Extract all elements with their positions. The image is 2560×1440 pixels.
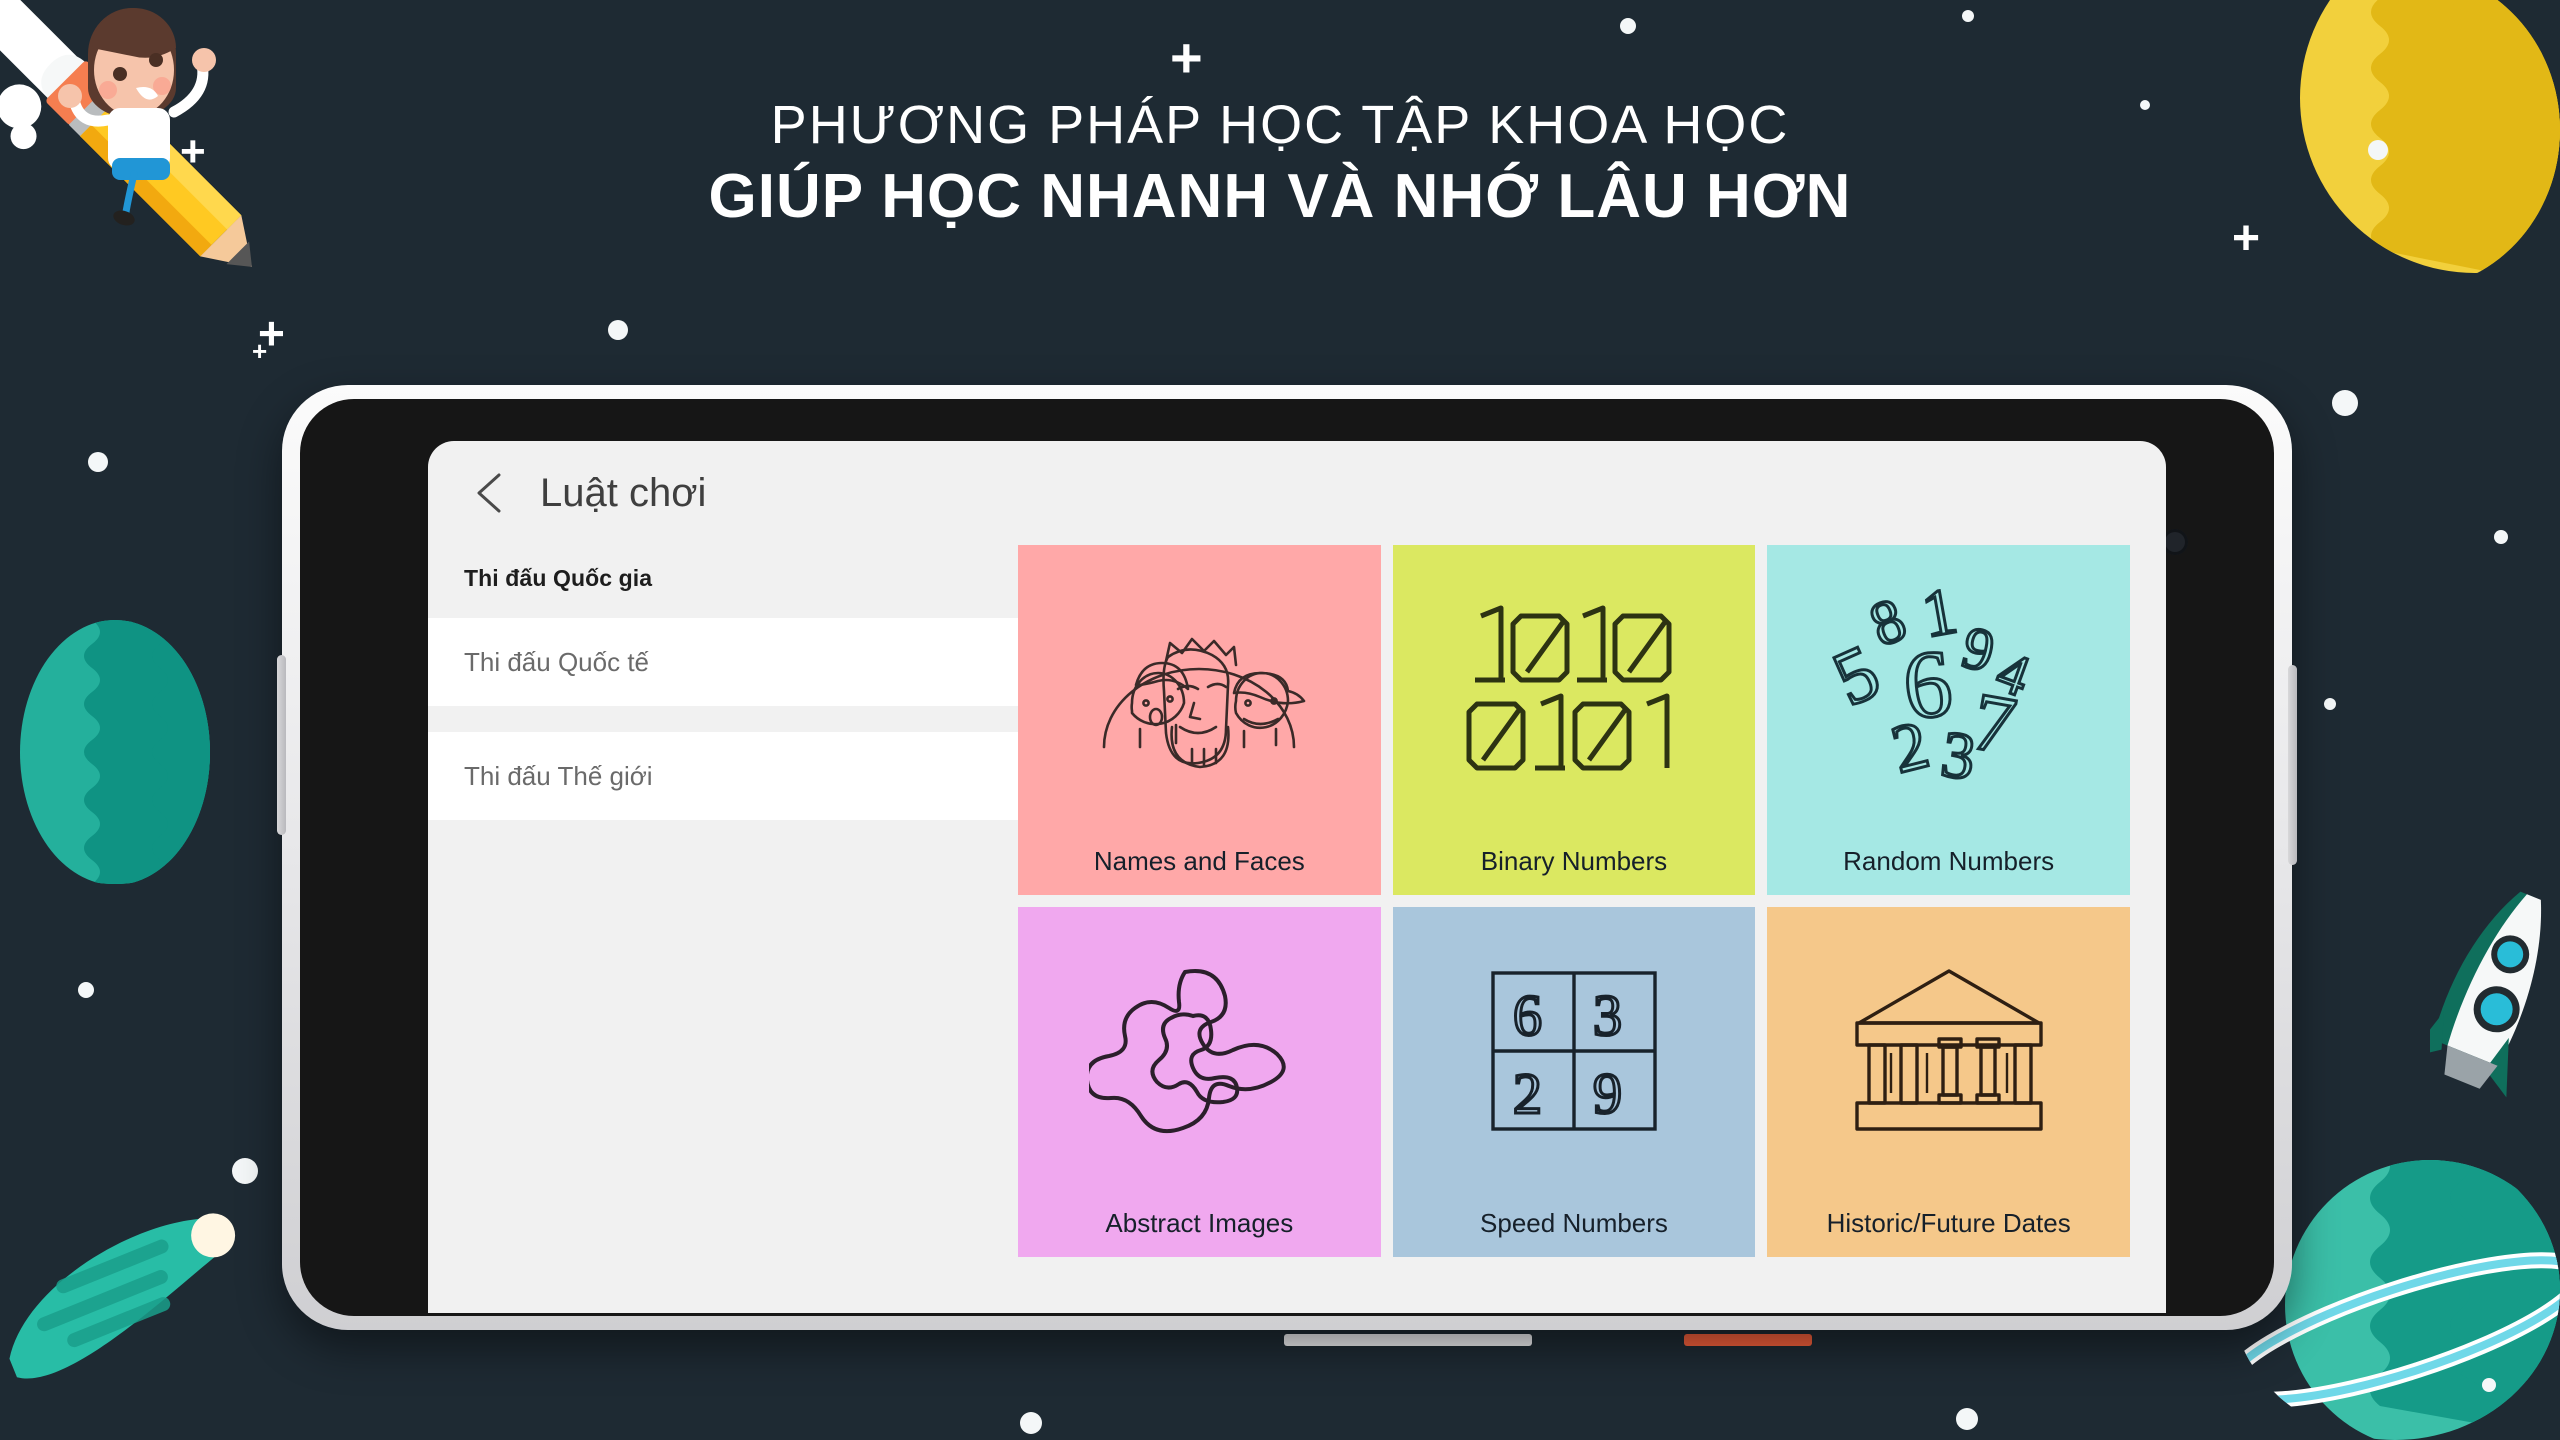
card-names-and-faces[interactable]: Names and Faces — [1018, 545, 1381, 895]
sidebar: Thi đấu Quốc gia Thi đấu Quốc tế Thi đấu… — [428, 545, 1018, 1313]
back-button[interactable] — [462, 465, 518, 521]
app-body: Thi đấu Quốc gia Thi đấu Quốc tế Thi đấu… — [428, 545, 2166, 1313]
sidebar-item-the-gioi[interactable]: Thi đấu Thế giới — [428, 732, 1018, 820]
card-label: Historic/Future Dates — [1826, 1208, 2071, 1238]
star — [2332, 390, 2358, 416]
svg-text:9: 9 — [1956, 614, 2001, 685]
star — [232, 1158, 258, 1184]
teal-planet-left — [20, 620, 210, 884]
svg-text:6: 6 — [1513, 983, 1542, 1048]
star — [1020, 1412, 1042, 1434]
temple-building-icon — [1767, 907, 2130, 1195]
star — [2494, 530, 2508, 544]
app-header: Luật chơi — [428, 441, 2166, 545]
three-faces-icon — [1018, 545, 1381, 833]
star — [78, 982, 94, 998]
card-historic-future-dates[interactable]: Historic/Future Dates — [1767, 907, 2130, 1257]
card-speed-numbers[interactable]: 6 3 2 9 Speed Numbers — [1392, 907, 1756, 1257]
power-key[interactable] — [2288, 665, 2297, 865]
card-label: Abstract Images — [1105, 1208, 1294, 1238]
card-label: Speed Numbers — [1480, 1208, 1668, 1238]
sidebar-item-label: Thi đấu Thế giới — [464, 760, 653, 791]
star — [2482, 1378, 2496, 1392]
star — [88, 452, 108, 472]
sidebar-item-quoc-te[interactable]: Thi đấu Quốc tế — [428, 618, 1018, 706]
page-title: Luật chơi — [540, 470, 707, 515]
plus-sparkle: + — [252, 336, 268, 366]
binary-digits-icon — [1393, 545, 1756, 833]
svg-text:2: 2 — [1513, 1061, 1542, 1126]
star — [1620, 18, 1636, 34]
star — [1956, 1408, 1978, 1430]
headline-line-2: GIÚP HỌC NHANH VÀ NHỚ LÂU HƠN — [708, 162, 1852, 232]
sidebar-item-label: Thi đấu Quốc tế — [464, 646, 649, 677]
number-grid-icon: 6 3 2 9 — [1393, 907, 1756, 1195]
scattered-digits-icon: 8 1 9 4 5 6 7 2 3 — [1767, 545, 2130, 833]
nav-chip-accent[interactable] — [1684, 1334, 1812, 1346]
rocket-icon — [2430, 891, 2542, 1098]
card-label: Random Numbers — [1843, 846, 2055, 876]
card-label: Binary Numbers — [1480, 846, 1668, 876]
nav-chip-white[interactable] — [1284, 1334, 1532, 1346]
svg-text:3: 3 — [1593, 983, 1622, 1048]
card-label: Names and Faces — [1093, 846, 1305, 876]
sidebar-heading: Thi đấu Quốc gia — [464, 565, 653, 591]
card-grid: Names and Faces Binary Numbers 8 1 9 4 5… — [1018, 545, 2148, 1257]
star — [608, 320, 628, 340]
plus-sparkle: + — [1170, 26, 1203, 89]
phone-bezel: Luật chơi Thi đấu Quốc gia Thi đấu Quốc … — [300, 399, 2274, 1316]
star — [1962, 10, 1974, 22]
card-abstract-images[interactable]: Abstract Images — [1018, 907, 1381, 1257]
comet-icon — [9, 1213, 236, 1379]
card-random-numbers[interactable]: 8 1 9 4 5 6 7 2 3 Random Numbers — [1767, 545, 2130, 895]
chevron-left-icon — [477, 473, 501, 513]
abstract-blob-icon — [1018, 907, 1381, 1195]
star — [2324, 698, 2336, 710]
headline-line-1: PHƯƠNG PHÁP HỌC TẬP KHOA HỌC — [770, 95, 1790, 155]
card-grid-wrapper: Names and Faces Binary Numbers 8 1 9 4 5… — [1018, 545, 2166, 1313]
phone-mockup: Luật chơi Thi đấu Quốc gia Thi đấu Quốc … — [277, 385, 2297, 1330]
app-screen: Luật chơi Thi đấu Quốc gia Thi đấu Quốc … — [428, 441, 2166, 1313]
card-binary-numbers[interactable]: Binary Numbers — [1392, 545, 1756, 895]
volume-key[interactable] — [277, 655, 286, 835]
svg-text:9: 9 — [1593, 1061, 1622, 1126]
headline-block: PHƯƠNG PHÁP HỌC TẬP KHOA HỌC GIÚP HỌC NH… — [0, 95, 2560, 239]
